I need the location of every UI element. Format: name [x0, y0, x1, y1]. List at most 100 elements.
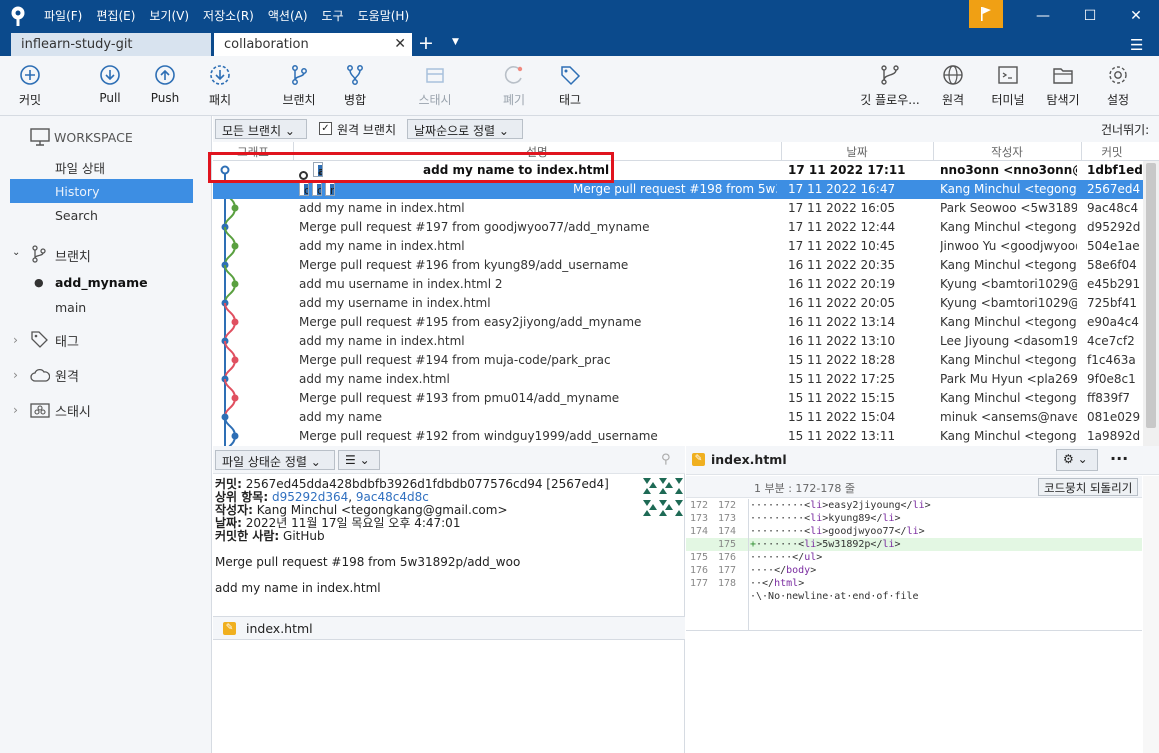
tag-button[interactable]: 태그	[540, 64, 600, 108]
diff-code: ····</body>	[750, 565, 817, 576]
workspace-heading: WORKSPACE	[54, 130, 133, 145]
sidebar-item-search[interactable]: Search	[55, 208, 98, 223]
diff-context-line[interactable]: 173 173 ·········<li>kyung89</li>	[686, 512, 1142, 525]
commit-row[interactable]: Merge pull request #194 from muja-code/p…	[213, 351, 1143, 370]
remote-branches-checkbox[interactable]: ✓	[319, 122, 332, 135]
commit-date: 15 11 2022 15:15	[788, 391, 896, 405]
diff-context-line[interactable]: 175 176 ·······</ul>	[686, 551, 1142, 564]
tag-icon	[31, 331, 48, 348]
diff-context-line[interactable]: 174 174 ·········<li>goodjwyoo77</li>	[686, 525, 1142, 538]
fetch-button[interactable]: 패치	[190, 64, 250, 108]
revert-hunk-button[interactable]: 코드뭉치 되돌리기	[1038, 478, 1139, 496]
terminal-button[interactable]: 터미널	[978, 64, 1038, 108]
stashes-heading[interactable]: 스태시	[55, 401, 91, 420]
chevron-down-icon[interactable]: ⌄	[12, 247, 20, 258]
commit-row[interactable]: add my name 15 11 2022 15:04 minuk <ansems…	[213, 408, 1143, 427]
commit-message-line-1: Merge pull request #198 from 5w31892p/ad…	[215, 555, 521, 569]
diff-options-dropdown[interactable]: ⚙ ⌄	[1056, 449, 1098, 471]
parent-link-1[interactable]: d95292d364	[272, 490, 348, 504]
changed-file-row[interactable]: ✎ index.html	[213, 616, 685, 640]
menu-tools[interactable]: 도구	[322, 7, 344, 24]
commit-button[interactable]: 커밋	[0, 64, 60, 108]
commit-row[interactable]: add my name in index.html 16 11 2022 13:1…	[213, 332, 1143, 351]
commit-row[interactable]: Merge pull request #196 from kyung89/add…	[213, 256, 1143, 275]
pull-button[interactable]: Pull	[80, 64, 140, 105]
commit-date: 16 11 2022 20:35	[788, 258, 896, 272]
maximize-button[interactable]: ☐	[1067, 0, 1113, 31]
close-button[interactable]: ✕	[1113, 0, 1159, 31]
all-branches-dropdown[interactable]: 모든 브랜치 ⌄	[215, 119, 307, 139]
flag-icon[interactable]	[969, 0, 1003, 28]
commit-row[interactable]: Merge pull request #197 from goodjwyoo77…	[213, 218, 1143, 237]
merge-button[interactable]: 병합	[325, 64, 385, 108]
sidebar-branch-main[interactable]: main	[55, 300, 86, 315]
chevron-right-icon[interactable]: ›	[13, 367, 18, 382]
discard-button[interactable]: 폐기	[484, 64, 544, 108]
menu-edit[interactable]: 편집(E)	[96, 7, 135, 24]
hamburger-menu-icon[interactable]: ☰	[1130, 36, 1143, 54]
more-options-icon[interactable]: ···	[1110, 449, 1128, 468]
menu-view[interactable]: 보기(V)	[149, 7, 189, 24]
commit-row[interactable]: Merge pull request #193 from pmu014/add_…	[213, 389, 1143, 408]
new-line-number: 173	[717, 513, 736, 524]
sidebar-item-file-status[interactable]: 파일 상태	[55, 158, 105, 177]
branch-button[interactable]: 브랜치	[269, 64, 329, 108]
menu-file[interactable]: 파일(F)	[44, 7, 82, 24]
diff-context-line[interactable]: 177 178 ··</html>	[686, 577, 1142, 590]
commit-row[interactable]: add my username in index.html 16 11 2022 …	[213, 294, 1143, 313]
commit-row[interactable]: Merge pull request #195 from easy2jiyong…	[213, 313, 1143, 332]
sort-dropdown[interactable]: 날짜순으로 정렬 ⌄	[407, 119, 523, 139]
commit-row[interactable]: add mu username in index.html 2 16 11 202…	[213, 275, 1143, 294]
explorer-button[interactable]: 탐색기	[1033, 64, 1093, 108]
cloud-icon	[30, 368, 50, 382]
commit-row[interactable]: add my name in index.html 17 11 2022 10:4…	[213, 237, 1143, 256]
stash-button[interactable]: 스태시	[405, 64, 465, 108]
parent-link-2[interactable]: 9ac48c4d8c	[356, 490, 429, 504]
branch-ref-label[interactable]: ᛘorigin/main	[299, 181, 309, 196]
commit-row[interactable]: add my name in index.html 17 11 2022 16:0…	[213, 199, 1143, 218]
branches-heading[interactable]: 브랜치	[55, 246, 91, 265]
minimize-button[interactable]: —	[1020, 0, 1066, 31]
column-date[interactable]: 날짜	[781, 144, 933, 160]
push-button[interactable]: Push	[135, 64, 195, 105]
git-flow-button[interactable]: 깃 플로우...	[853, 64, 927, 108]
push-label: Push	[150, 91, 180, 105]
search-icon[interactable]: ⚲	[661, 452, 671, 467]
menu-actions[interactable]: 액션(A)	[268, 7, 308, 24]
branch-ref-label[interactable]: ᛘmain	[325, 181, 335, 196]
branch-ref-label[interactable]: ᛘorigin/HEAD	[312, 181, 322, 196]
diff-context-line[interactable]: 172 172 ·········<li>easy2jiyoung</li>	[686, 499, 1142, 512]
modified-file-icon: ✎	[692, 453, 705, 466]
commit-author: Kang Minchul <tegongka	[940, 353, 1077, 367]
remotes-heading[interactable]: 원격	[55, 366, 79, 385]
commit-row[interactable]: add my name index.html 15 11 2022 17:25 Pa…	[213, 370, 1143, 389]
new-tab-icon[interactable]: +	[418, 32, 434, 54]
committer-label: 커밋한 사람:	[215, 529, 280, 543]
tab-collaboration[interactable]: collaboration ✕	[214, 33, 412, 56]
menu-help[interactable]: 도움말(H)	[358, 7, 410, 24]
close-tab-icon[interactable]: ✕	[394, 36, 406, 52]
diff-context-line[interactable]: 176 177 ····</body>	[686, 564, 1142, 577]
sourcetree-window: 파일(F) 편집(E) 보기(V) 저장소(R) 액션(A) 도구 도움말(H)…	[0, 0, 1159, 753]
tab-inflearn-study-git[interactable]: inflearn-study-git	[11, 33, 211, 56]
commit-row[interactable]: Merge pull request #192 from windguy1999…	[213, 427, 1143, 446]
view-mode-dropdown[interactable]: ☰ ⌄	[338, 450, 380, 470]
committer-value: GitHub	[283, 529, 325, 543]
chevron-right-icon[interactable]: ›	[13, 332, 18, 347]
chevron-right-icon[interactable]: ›	[13, 402, 18, 417]
menu-repository[interactable]: 저장소(R)	[203, 7, 254, 24]
diff-added-line[interactable]: 175 +·······<li>5w31892p</li>	[686, 538, 1142, 551]
diff-scrollbar[interactable]	[1143, 476, 1159, 753]
sidebar-item-history[interactable]: History	[10, 179, 193, 203]
tab-dropdown-icon[interactable]: ▼	[452, 37, 459, 47]
file-sort-dropdown[interactable]: 파일 상태순 정렬 ⌄	[215, 450, 335, 470]
sidebar: WORKSPACE 파일 상태 History Search ⌄ 브랜치 ● a…	[0, 116, 212, 753]
settings-button[interactable]: 설정	[1088, 64, 1148, 108]
tags-heading[interactable]: 태그	[55, 331, 79, 350]
remote-button[interactable]: 원격	[923, 64, 983, 108]
diff-context-line[interactable]: ·\·No·newline·at·end·of·file	[686, 590, 1142, 603]
sidebar-branch-add-myname[interactable]: add_myname	[55, 275, 148, 290]
history-scrollbar-thumb[interactable]	[1146, 163, 1156, 428]
column-commit[interactable]: 커밋	[1081, 144, 1143, 160]
column-author[interactable]: 작성자	[933, 144, 1081, 160]
